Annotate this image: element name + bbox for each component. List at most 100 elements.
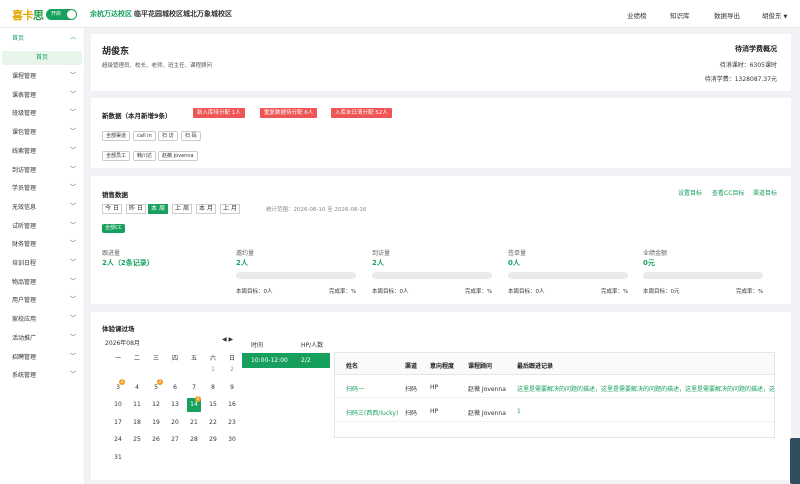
sidebar-item[interactable]: 试听管理 ﹀ bbox=[0, 218, 85, 232]
top-bar: 喜卡思 开启 余杭万达校区 临平花园城校区 城北万象城校区 业绩榜 知识库 数据… bbox=[0, 0, 800, 28]
calendar-day[interactable]: 26 bbox=[149, 433, 163, 447]
set-target-link[interactable]: 设置目标 bbox=[678, 188, 702, 197]
sidebar-item[interactable]: 财务管理 ﹀ bbox=[0, 236, 85, 250]
cell-name[interactable]: 扫码三(西西/lucky) bbox=[346, 408, 398, 417]
calendar-day[interactable]: 6 bbox=[168, 381, 182, 395]
sidebar-item[interactable]: 用户管理 ﹀ bbox=[0, 292, 85, 306]
period-tab[interactable]: 昨 日 bbox=[126, 204, 146, 214]
nav-knowledge-base[interactable]: 知识库 bbox=[670, 10, 690, 20]
period-tab[interactable]: 今 日 bbox=[102, 204, 122, 214]
calendar-day[interactable]: 31 bbox=[111, 451, 125, 465]
floating-side-button[interactable] bbox=[790, 438, 800, 484]
stat-value: 0人 bbox=[508, 259, 520, 267]
user-menu[interactable]: 胡俊东 ▼ bbox=[762, 10, 787, 20]
sidebar-item[interactable]: 无效信息 ﹀ bbox=[0, 199, 85, 213]
tag-new-unassigned[interactable]: 新入库待分配 1人 bbox=[193, 108, 245, 118]
sidebar-item[interactable]: 课程管理 ﹀ bbox=[0, 68, 85, 82]
tag-duplicate-unassigned[interactable]: 重复数据待分配 6人 bbox=[260, 108, 318, 118]
calendar-day[interactable]: 29 bbox=[206, 433, 220, 447]
calendar-day[interactable]: 9 bbox=[225, 381, 239, 395]
sidebar-item[interactable]: 物品管理 ﹀ bbox=[0, 274, 85, 288]
calendar-nav-arrows[interactable]: ◀ ▶ bbox=[222, 336, 233, 343]
calendar-day[interactable]: 23 bbox=[225, 416, 239, 430]
calendar-day[interactable]: 22 bbox=[206, 416, 220, 430]
period-tab[interactable]: 上 周 bbox=[172, 204, 192, 214]
calendar-day[interactable]: 24 bbox=[111, 433, 125, 447]
sidebar-item[interactable]: 家校应用 ﹀ bbox=[0, 311, 85, 325]
sidebar-item-label: 用户管理 bbox=[12, 297, 37, 305]
sidebar-item[interactable]: 招聘管理 ﹀ bbox=[0, 349, 85, 363]
calendar-day[interactable]: 8 bbox=[206, 381, 220, 395]
period-tab[interactable]: 本 月 bbox=[196, 204, 216, 214]
calendar-day[interactable]: 4 bbox=[130, 381, 144, 395]
filter-chip-visit[interactable]: 扫 访 bbox=[158, 131, 178, 141]
sidebar-item[interactable]: 活动推广 ﹀ bbox=[0, 330, 85, 344]
sidebar-item[interactable]: 系统管理 ﹀ bbox=[0, 367, 85, 381]
filter-chip-all-channels[interactable]: 全部渠道 bbox=[102, 131, 131, 141]
profile-panel: 胡俊东 超级管理员、校长、老师、班主任、课程顾问 待消学费概况 待消课时：630… bbox=[91, 34, 791, 91]
sidebar-subitem-home[interactable]: 首页 bbox=[2, 51, 82, 65]
progress-bar bbox=[372, 272, 492, 279]
sidebar-item-home[interactable]: 首页 ︿ bbox=[0, 30, 85, 44]
calendar-day[interactable]: 11 bbox=[130, 398, 144, 412]
sidebar-item[interactable]: 课表管理 ﹀ bbox=[0, 87, 85, 101]
calendar-day[interactable]: 7 bbox=[187, 381, 201, 395]
period-tab[interactable]: 本 周 bbox=[148, 204, 168, 214]
table-row[interactable]: 扫码三(西西/lucky) 扫码 HP 赵薇 Jovenna 1 bbox=[335, 401, 774, 422]
campus-tab-yuhang[interactable]: 余杭万达校区 bbox=[90, 9, 132, 19]
sidebar-item[interactable]: 班级管理 ﹀ bbox=[0, 105, 85, 119]
filter-chip-scan[interactable]: 扫 码 bbox=[181, 131, 201, 141]
calendar-day[interactable]: 12 bbox=[149, 398, 163, 412]
calendar-day[interactable]: 15 bbox=[206, 398, 220, 412]
sidebar-item-label: 招聘管理 bbox=[12, 353, 37, 361]
campus-tab-linping[interactable]: 临平花园城校区 bbox=[134, 9, 183, 19]
nav-leaderboard[interactable]: 业绩榜 bbox=[627, 10, 647, 20]
calendar-day[interactable]: 17 bbox=[111, 416, 125, 430]
weekday-header: 四 bbox=[171, 355, 178, 362]
filter-chip-staff-1[interactable]: 韩川达 bbox=[133, 151, 157, 161]
calendar-day[interactable]: 21 bbox=[187, 416, 201, 430]
sidebar-item-label: 课包管理 bbox=[12, 129, 37, 137]
nav-data-export[interactable]: 数据导出 bbox=[714, 10, 740, 20]
calendar-day[interactable]: 16 bbox=[225, 398, 239, 412]
time-slot[interactable]: 10:00-12:00 2/2 bbox=[242, 353, 330, 368]
calendar-day[interactable]: 2 bbox=[225, 363, 239, 377]
calendar-day[interactable]: 1 bbox=[206, 363, 220, 377]
cell-channel: 扫码 bbox=[405, 410, 418, 417]
new-data-title: 新数据（本月新增9条） bbox=[102, 112, 172, 120]
calendar-day[interactable]: 10 bbox=[111, 398, 125, 412]
calendar-day[interactable]: 18 bbox=[130, 416, 144, 430]
calendar-day[interactable]: 20 bbox=[168, 416, 182, 430]
slot-time: 10:00-12:00 bbox=[251, 357, 288, 364]
mode-toggle[interactable]: 开启 bbox=[46, 9, 77, 20]
calendar-day[interactable]: 25 bbox=[130, 433, 144, 447]
sidebar-item[interactable]: 课包管理 ﹀ bbox=[0, 124, 85, 138]
filter-chip-staff-2[interactable]: 赵薇 Jovenna bbox=[158, 151, 198, 161]
sidebar-item[interactable]: 学员管理 ﹀ bbox=[0, 180, 85, 194]
stat-label: 跟进量 bbox=[102, 250, 121, 257]
calendar-day[interactable]: 13 bbox=[168, 398, 182, 412]
view-cc-target-link[interactable]: 查看CC目标 bbox=[712, 188, 744, 197]
tag-unclear-assigned[interactable]: 入库未日清分配 52人 bbox=[331, 108, 392, 118]
cell-record: 这里是需要解决的问题的描述，这里是需要解决的问题的描述，这里是需要解决的问题的描… bbox=[517, 386, 775, 393]
chevron-down-icon: ﹀ bbox=[70, 90, 77, 98]
app-logo[interactable]: 喜卡思 bbox=[12, 7, 44, 23]
sidebar-item[interactable]: 培训日程 ﹀ bbox=[0, 255, 85, 269]
calendar-day[interactable]: 27 bbox=[168, 433, 182, 447]
period-tab[interactable]: 上 月 bbox=[220, 204, 240, 214]
chevron-down-icon: ﹀ bbox=[70, 184, 77, 192]
sidebar-item[interactable]: 到访管理 ﹀ bbox=[0, 162, 85, 176]
sidebar-item[interactable]: 线索管理 ﹀ bbox=[0, 143, 85, 157]
campus-tab-chengbei[interactable]: 城北万象城校区 bbox=[183, 9, 232, 19]
chevron-down-icon: ﹀ bbox=[70, 146, 77, 154]
calendar-day[interactable]: 30 bbox=[225, 433, 239, 447]
stat-label: 业绩金额 bbox=[643, 250, 668, 257]
calendar-day[interactable]: 28 bbox=[187, 433, 201, 447]
calendar-day[interactable]: 19 bbox=[149, 416, 163, 430]
cell-name[interactable]: 扫码一 bbox=[346, 384, 364, 393]
cc-filter-chip[interactable]: 全部CC bbox=[102, 224, 125, 233]
channel-target-link[interactable]: 渠道目标 bbox=[753, 188, 777, 197]
table-row[interactable]: 扫码一 扫码 HP 赵薇 Jovenna 这里是需要解决的问题的描述，这里是需要解决的问… bbox=[335, 377, 775, 398]
filter-chip-all-staff[interactable]: 全部员工 bbox=[102, 151, 131, 161]
filter-chip-call-in[interactable]: call in bbox=[133, 131, 156, 141]
